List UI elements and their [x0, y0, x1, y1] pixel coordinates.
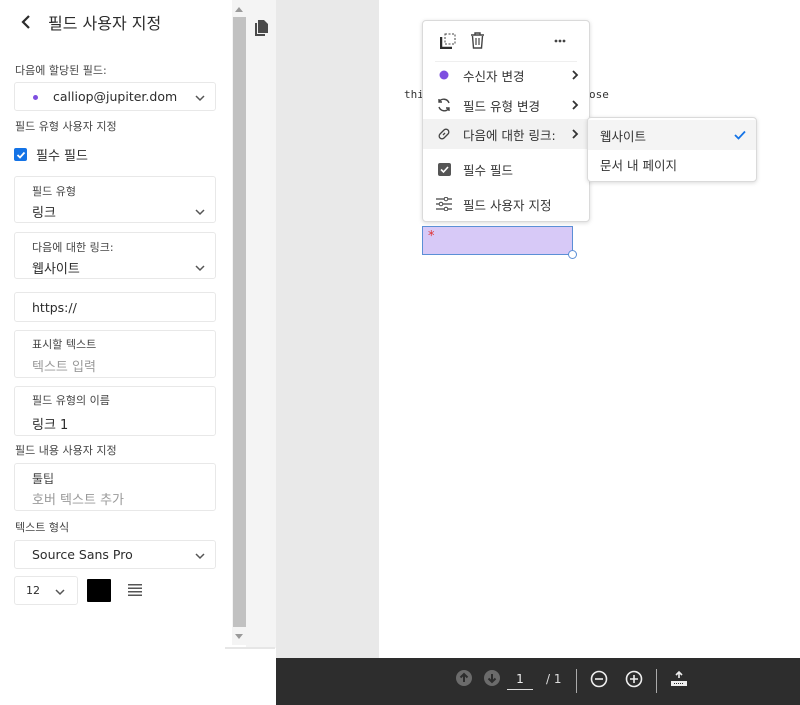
text-format-section-label: 텍스트 형식 — [15, 521, 70, 534]
url-input-value: https:// — [32, 300, 77, 315]
total-pages: / 1 — [546, 672, 562, 686]
link-to-select[interactable]: 다음에 대한 링크: 웹사이트 — [14, 232, 216, 279]
chevron-right-icon — [572, 100, 579, 110]
menu-item-change-field-type[interactable]: 필드 유형 변경 — [423, 90, 589, 120]
recipient-value: calliop@jupiter.dom — [53, 89, 178, 104]
tooltip-placeholder: 호버 텍스트 추가 — [32, 493, 124, 508]
panel-title: 필드 사용자 지정 — [48, 14, 162, 33]
url-input[interactable]: https:// — [14, 292, 216, 322]
scrollbar-thumb[interactable] — [233, 17, 246, 627]
field-type-select[interactable]: 필드 유형 링크 — [14, 176, 216, 223]
menu-item-label: 필드 유형 변경 — [463, 98, 540, 114]
chevron-down-icon — [195, 209, 205, 216]
recipient-select[interactable]: calliop@jupiter.dom — [14, 82, 216, 111]
font-size-select[interactable]: 12 — [14, 576, 78, 605]
chevron-right-icon — [572, 70, 579, 80]
chevron-down-icon — [55, 589, 65, 596]
submenu-item-label: 웹사이트 — [600, 128, 647, 144]
chevron-right-icon — [572, 129, 579, 139]
assigned-to-label: 다음에 할당된 필드: — [15, 64, 107, 77]
duplicate-icon[interactable] — [440, 33, 456, 49]
menu-item-label: 다음에 대한 링크: — [463, 127, 556, 143]
zoom-in-icon[interactable] — [625, 670, 643, 688]
content-section-label: 필드 내용 사용자 지정 — [15, 444, 117, 457]
font-select[interactable]: Source Sans Pro — [14, 540, 216, 569]
field-type-value: 링크 — [32, 206, 56, 221]
required-field-label: 필수 필드 — [36, 149, 88, 164]
pages-icon[interactable] — [254, 20, 268, 36]
thumbnail-sidebar — [246, 0, 276, 648]
refresh-icon — [435, 96, 453, 114]
recipient-dot-icon — [435, 66, 453, 84]
menu-item-link-to[interactable]: 다음에 대한 링크: — [423, 119, 589, 149]
toolbar-divider — [656, 669, 657, 693]
text-color-swatch[interactable] — [87, 579, 111, 602]
field-name-value: 링크 1 — [32, 418, 69, 433]
panel-divider — [225, 647, 275, 649]
checkmark-icon — [734, 130, 746, 140]
tooltip-input[interactable]: 툴팁 호버 텍스트 추가 — [14, 463, 216, 511]
menu-toolbar — [423, 21, 589, 61]
checkbox-checked-icon — [14, 148, 27, 161]
menu-item-customize-field[interactable]: 필드 사용자 지정 — [423, 189, 589, 219]
trash-icon[interactable] — [470, 32, 485, 49]
field-context-menu: 수신자 변경 필드 유형 변경 다음에 대한 링크: 필수 필드 필드 사용자 … — [422, 20, 590, 222]
required-field-checkbox[interactable]: 필수 필드 — [14, 145, 88, 164]
chevron-left-icon — [21, 15, 30, 29]
menu-item-required-field[interactable]: 필수 필드 — [423, 154, 589, 184]
checkbox-icon — [435, 160, 453, 178]
font-size-value: 12 — [26, 584, 40, 597]
field-customization-panel: 필드 사용자 지정 다음에 할당된 필드: calliop@jupiter.do… — [0, 0, 230, 650]
recipient-color-dot — [33, 95, 38, 100]
required-marker: * — [428, 229, 435, 244]
field-name-label: 필드 유형의 이름 — [32, 394, 110, 407]
more-options-icon[interactable] — [554, 39, 566, 43]
submenu-item-page-in-document[interactable]: 문서 내 페이지 — [588, 149, 756, 179]
display-text-input[interactable]: 표시할 텍스트 텍스트 입력 — [14, 330, 216, 378]
link-to-value: 웹사이트 — [32, 262, 80, 277]
chevron-down-icon — [195, 265, 205, 272]
submenu-item-label: 문서 내 페이지 — [600, 157, 677, 173]
resize-handle[interactable] — [568, 250, 577, 259]
panel-header: 필드 사용자 지정 — [14, 10, 161, 34]
previous-page-icon[interactable] — [456, 670, 472, 686]
field-type-label: 필드 유형 — [32, 185, 76, 198]
chevron-down-icon — [195, 553, 205, 560]
link-to-label: 다음에 대한 링크: — [32, 241, 114, 254]
sliders-icon — [435, 195, 453, 213]
font-value: Source Sans Pro — [32, 547, 133, 562]
toolbar-divider — [576, 669, 577, 693]
field-name-input[interactable]: 필드 유형의 이름 링크 1 — [14, 386, 216, 436]
text-align-icon[interactable] — [128, 583, 142, 597]
document-text-fragment: ose — [589, 88, 609, 101]
scroll-up-arrow-icon[interactable] — [235, 6, 243, 12]
link-field[interactable]: * — [422, 226, 577, 259]
field-type-section-label: 필드 유형 사용자 지정 — [15, 120, 117, 133]
menu-item-label: 수신자 변경 — [463, 68, 525, 84]
menu-item-label: 필수 필드 — [463, 162, 513, 178]
menu-item-change-recipient[interactable]: 수신자 변경 — [423, 60, 589, 90]
next-page-icon[interactable] — [484, 670, 500, 686]
back-button[interactable] — [14, 10, 38, 34]
current-page-input[interactable]: 1 — [507, 672, 533, 690]
link-to-submenu: 웹사이트 문서 내 페이지 — [587, 117, 757, 182]
submenu-item-website[interactable]: 웹사이트 — [588, 120, 756, 150]
display-text-label: 표시할 텍스트 — [32, 338, 97, 351]
menu-item-label: 필드 사용자 지정 — [463, 197, 552, 213]
zoom-out-icon[interactable] — [590, 670, 608, 688]
document-text-fragment: thi — [404, 88, 424, 101]
chevron-down-icon — [195, 95, 205, 102]
tooltip-label: 툴팁 — [32, 472, 55, 486]
scroll-down-arrow-icon[interactable] — [235, 634, 243, 640]
page-navigation-bar: 1 / 1 — [276, 658, 800, 705]
link-icon — [435, 125, 453, 143]
display-text-placeholder: 텍스트 입력 — [32, 360, 96, 375]
fit-page-icon[interactable] — [670, 670, 688, 688]
